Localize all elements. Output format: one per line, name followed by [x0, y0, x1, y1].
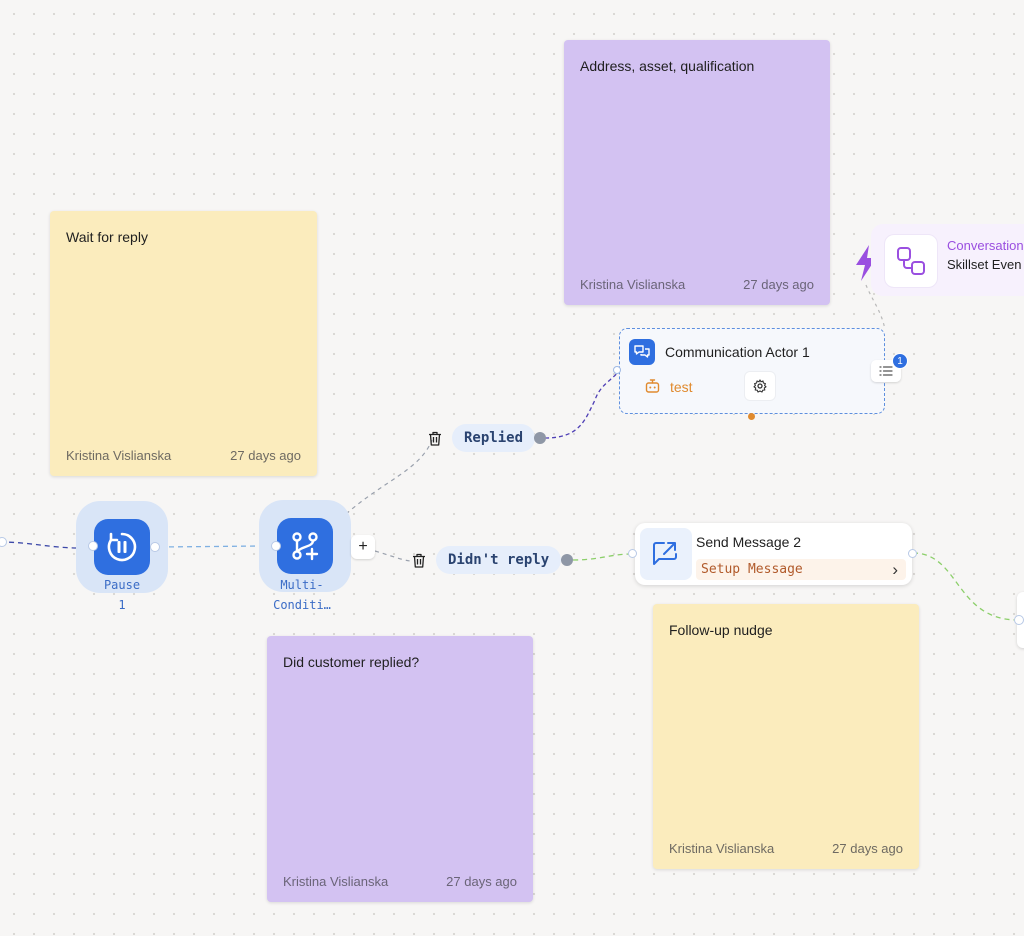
chevron-right-icon: ›	[892, 560, 898, 579]
trigger-icon-box	[884, 234, 938, 288]
note-footer: Kristina Vislianska 27 days ago	[66, 448, 301, 463]
send-message-icon	[653, 542, 677, 565]
note-footer: Kristina Vislianska 27 days ago	[669, 841, 903, 856]
multi-condition-icon-box	[277, 518, 333, 574]
actor-output-handle[interactable]	[748, 413, 755, 420]
robot-icon	[645, 379, 660, 393]
sticky-note-wait-for-reply[interactable]: Wait for reply Kristina Vislianska 27 da…	[50, 211, 317, 476]
note-author: Kristina Vislianska	[669, 841, 775, 856]
branch-label-replied[interactable]: Replied	[452, 424, 536, 452]
sticky-note-follow-up[interactable]: Follow-up nudge Kristina Vislianska 27 d…	[653, 604, 919, 869]
note-footer: Kristina Vislianska 27 days ago	[283, 874, 517, 889]
note-footer: Kristina Vislianska 27 days ago	[580, 277, 814, 292]
chat-icon-box	[629, 339, 655, 365]
trigger-name: Skillset Even	[947, 257, 1022, 272]
note-timestamp: 27 days ago	[832, 841, 903, 856]
gear-icon	[753, 379, 767, 393]
right-node-handle[interactable]	[1014, 615, 1024, 625]
list-icon	[879, 366, 893, 376]
add-branch-button[interactable]: +	[351, 535, 375, 559]
note-text: Did customer replied?	[283, 654, 420, 670]
actor-settings-button[interactable]	[745, 372, 775, 400]
send-message-card[interactable]: Send Message 2 Setup Message ›	[635, 523, 912, 585]
communication-actor-card[interactable]: Communication Actor 1 test	[619, 328, 885, 414]
trigger-category: Conversation	[947, 238, 1024, 253]
note-author: Kristina Vislianska	[283, 874, 389, 889]
pause-input-handle[interactable]	[88, 541, 98, 551]
skillset-event-trigger[interactable]: Conversation Skillset Even	[871, 224, 1024, 296]
actor-input-handle[interactable]	[613, 366, 621, 374]
workflow-icon	[897, 247, 925, 275]
pause-node-icon-box	[94, 519, 150, 575]
actor-count-badge: 1	[892, 353, 908, 369]
branch-label-text: Didn't reply	[448, 552, 550, 568]
note-text: Wait for reply	[66, 229, 148, 245]
pause-icon	[107, 532, 137, 562]
note-timestamp: 27 days ago	[446, 874, 517, 889]
sticky-note-address[interactable]: Address, asset, qualification Kristina V…	[564, 40, 830, 305]
setup-message-button[interactable]: Setup Message ›	[696, 559, 906, 580]
branch-label-text: Replied	[464, 430, 524, 446]
note-author: Kristina Vislianska	[580, 277, 686, 292]
branch-icon	[292, 532, 319, 561]
pause-node-label: Pause 1	[103, 578, 141, 612]
send-message-title: Send Message 2	[696, 534, 802, 550]
setup-message-label: Setup Message	[701, 562, 803, 577]
delete-didnt-reply-branch-button[interactable]	[410, 551, 428, 569]
didnt-reply-branch-handle[interactable]	[561, 554, 573, 566]
sticky-note-did-customer-reply[interactable]: Did customer replied? Kristina Visliansk…	[267, 636, 533, 902]
note-text: Follow-up nudge	[669, 622, 773, 638]
note-timestamp: 27 days ago	[230, 448, 301, 463]
trash-icon	[413, 553, 425, 568]
trash-icon	[429, 431, 441, 446]
left-edge-handle[interactable]	[0, 537, 7, 547]
actor-agent-name: test	[670, 379, 693, 395]
branch-label-didnt-reply[interactable]: Didn't reply	[436, 546, 562, 574]
plus-icon: +	[358, 538, 368, 555]
send-message-input-handle[interactable]	[628, 549, 637, 558]
delete-replied-branch-button[interactable]	[426, 429, 444, 447]
pause-output-handle[interactable]	[150, 542, 160, 552]
message-icon-box	[640, 528, 692, 580]
send-message-output-handle[interactable]	[908, 549, 917, 558]
note-timestamp: 27 days ago	[743, 277, 814, 292]
multi-condition-node-label: Multi- Conditi…	[273, 578, 331, 612]
replied-branch-handle[interactable]	[534, 432, 546, 444]
actor-title: Communication Actor 1	[665, 344, 810, 360]
multi-condition-input-handle[interactable]	[271, 541, 281, 551]
note-text: Address, asset, qualification	[580, 58, 755, 74]
note-author: Kristina Vislianska	[66, 448, 172, 463]
chat-bubbles-icon	[634, 345, 650, 358]
